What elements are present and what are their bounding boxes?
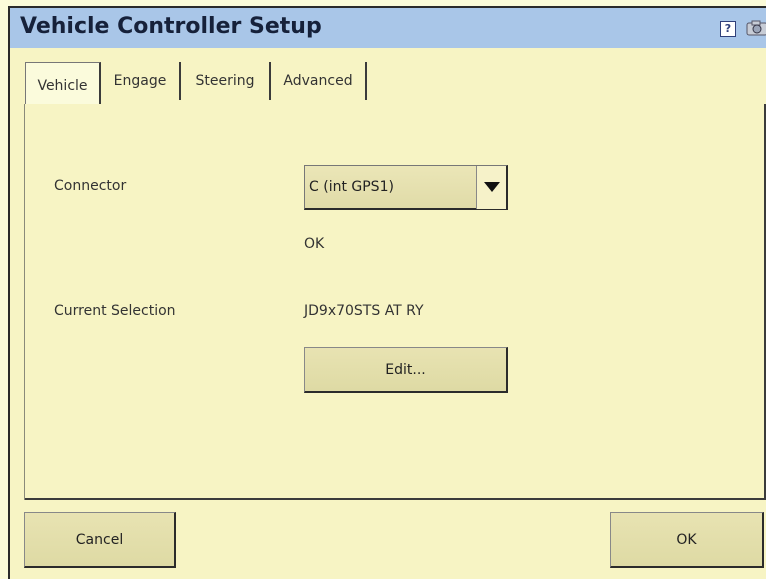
tab-label: Vehicle bbox=[37, 77, 88, 94]
connector-select-value: C (int GPS1) bbox=[309, 179, 394, 195]
window-title: Vehicle Controller Setup bbox=[20, 14, 322, 39]
tab-vehicle[interactable]: Vehicle bbox=[25, 62, 101, 108]
tab-advanced[interactable]: Advanced bbox=[271, 62, 367, 100]
connector-status: OK bbox=[304, 236, 325, 252]
chevron-down-icon bbox=[484, 182, 500, 192]
panel-divider bbox=[24, 104, 25, 500]
tab-engage[interactable]: Engage bbox=[101, 62, 181, 100]
tab-steering[interactable]: Steering bbox=[181, 62, 271, 100]
camera-icon[interactable] bbox=[745, 20, 766, 36]
connector-select[interactable]: C (int GPS1) bbox=[304, 165, 508, 210]
ok-button[interactable]: OK bbox=[610, 512, 764, 568]
vehicle-tab-panel bbox=[24, 104, 766, 500]
tab-bar: Vehicle Engage Steering Advanced bbox=[10, 48, 766, 108]
tab-label: Engage bbox=[113, 73, 167, 89]
dropdown-button[interactable] bbox=[476, 166, 506, 209]
edit-button[interactable]: Edit... bbox=[304, 347, 508, 393]
tab-label: Advanced bbox=[283, 73, 353, 89]
title-bar: Vehicle Controller Setup ? bbox=[10, 8, 766, 49]
connector-label: Connector bbox=[54, 178, 127, 194]
tab-label: Steering bbox=[195, 73, 255, 89]
cancel-button[interactable]: Cancel bbox=[24, 512, 176, 568]
current-selection-value: JD9x70STS AT RY bbox=[304, 303, 424, 319]
help-icon[interactable]: ? bbox=[720, 21, 736, 37]
current-selection-label: Current Selection bbox=[54, 303, 176, 319]
